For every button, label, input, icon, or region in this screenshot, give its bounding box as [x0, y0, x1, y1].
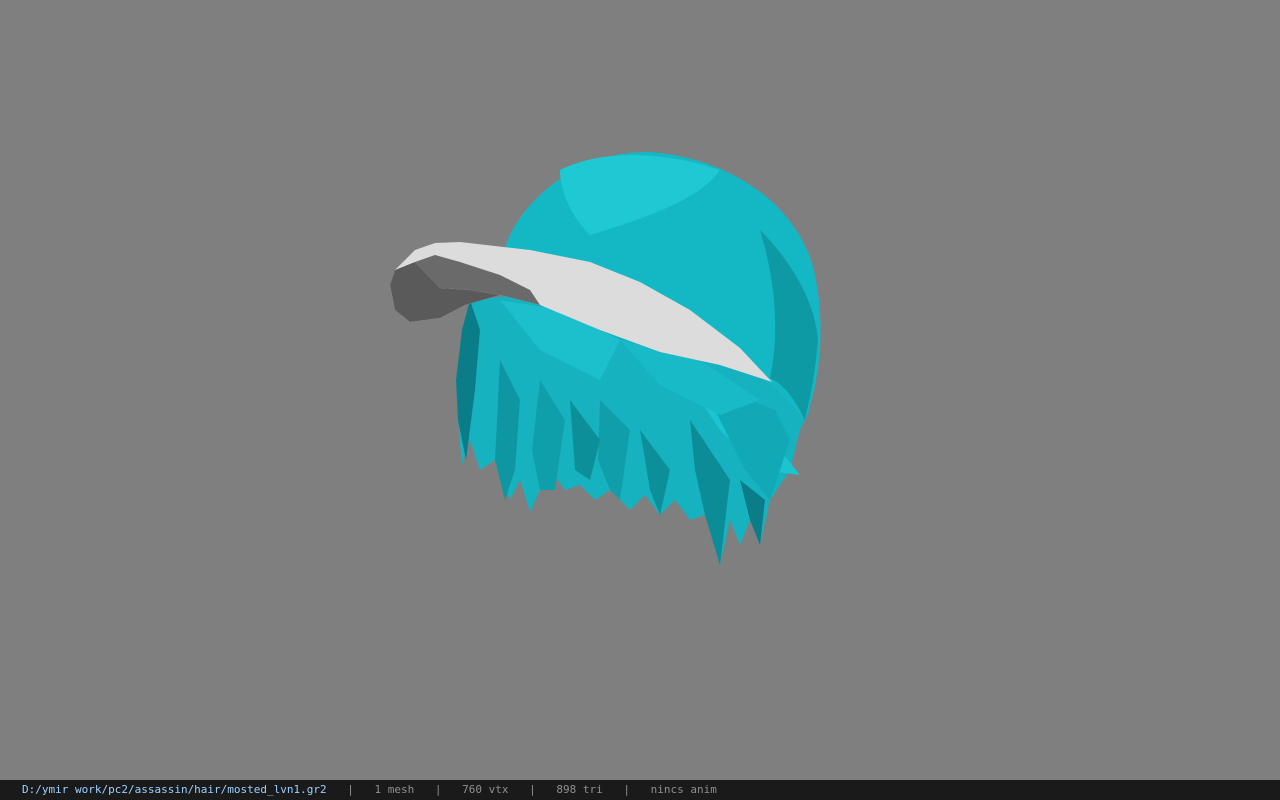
- separator: |: [529, 783, 536, 796]
- mesh-count: 1 mesh: [374, 783, 415, 796]
- separator: |: [623, 783, 630, 796]
- model-render: [390, 151, 821, 565]
- file-path: D:/ymir work/pc2/assassin/hair/mosted_lv…: [22, 783, 327, 796]
- vertex-count: 760 vtx: [462, 783, 509, 796]
- separator: |: [434, 783, 442, 796]
- triangle-count: 898 tri: [556, 783, 603, 796]
- separator: |: [347, 783, 354, 796]
- status-bar: D:/ymir work/pc2/assassin/hair/mosted_lv…: [0, 780, 1280, 800]
- 3d-viewport[interactable]: [0, 0, 1280, 780]
- animation-status: nincs anim: [650, 783, 717, 796]
